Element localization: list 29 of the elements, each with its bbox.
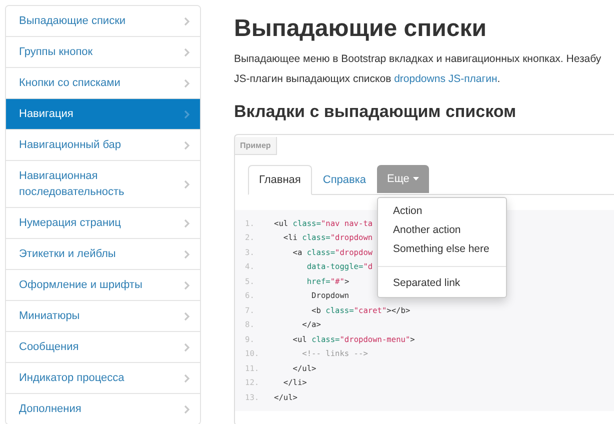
example-label: Пример (235, 137, 277, 155)
chevron-right-icon (184, 312, 190, 320)
tab[interactable]: Справка (312, 165, 378, 195)
chevron-right-icon (184, 140, 190, 150)
page-heading: Выпадающие списки (234, 15, 488, 43)
chevron-right-icon (184, 404, 190, 414)
menu-item[interactable]: Something else here (378, 240, 506, 259)
chevron-right-icon (184, 48, 190, 56)
menu-item[interactable]: Another action (378, 221, 506, 240)
menu-item[interactable]: Action (378, 202, 506, 221)
chevron-right-icon (184, 280, 190, 290)
intro-text: JS-плагин выпадающих списков dropdowns JS-плагин. (234, 73, 502, 85)
chevron-right-icon (184, 180, 190, 188)
caret-icon (413, 177, 420, 181)
dropdown-tab[interactable]: Еще (377, 165, 430, 193)
chevron-right-icon (184, 342, 190, 352)
chevron-right-icon (184, 374, 190, 382)
menu-item[interactable]: Separated link (378, 274, 506, 293)
intro-text: Выпадающее меню в Bootstrap вкладках и навигационных кнопках. Незабу (234, 53, 602, 65)
chevron-right-icon (184, 78, 190, 88)
chevron-right-icon (184, 250, 190, 258)
section-heading: Вкладки с выпадающим списком (234, 102, 518, 122)
chevron-right-icon (184, 110, 190, 118)
chevron-right-icon (184, 16, 190, 26)
chevron-right-icon (184, 218, 190, 228)
sidebar-item[interactable]: Навигация (6, 99, 200, 130)
tab[interactable]: Главная (248, 165, 312, 195)
sidebar-item[interactable]: Выпадающие списки (6, 6, 200, 37)
plugin-link[interactable]: dropdowns JS-плагин (394, 73, 498, 85)
